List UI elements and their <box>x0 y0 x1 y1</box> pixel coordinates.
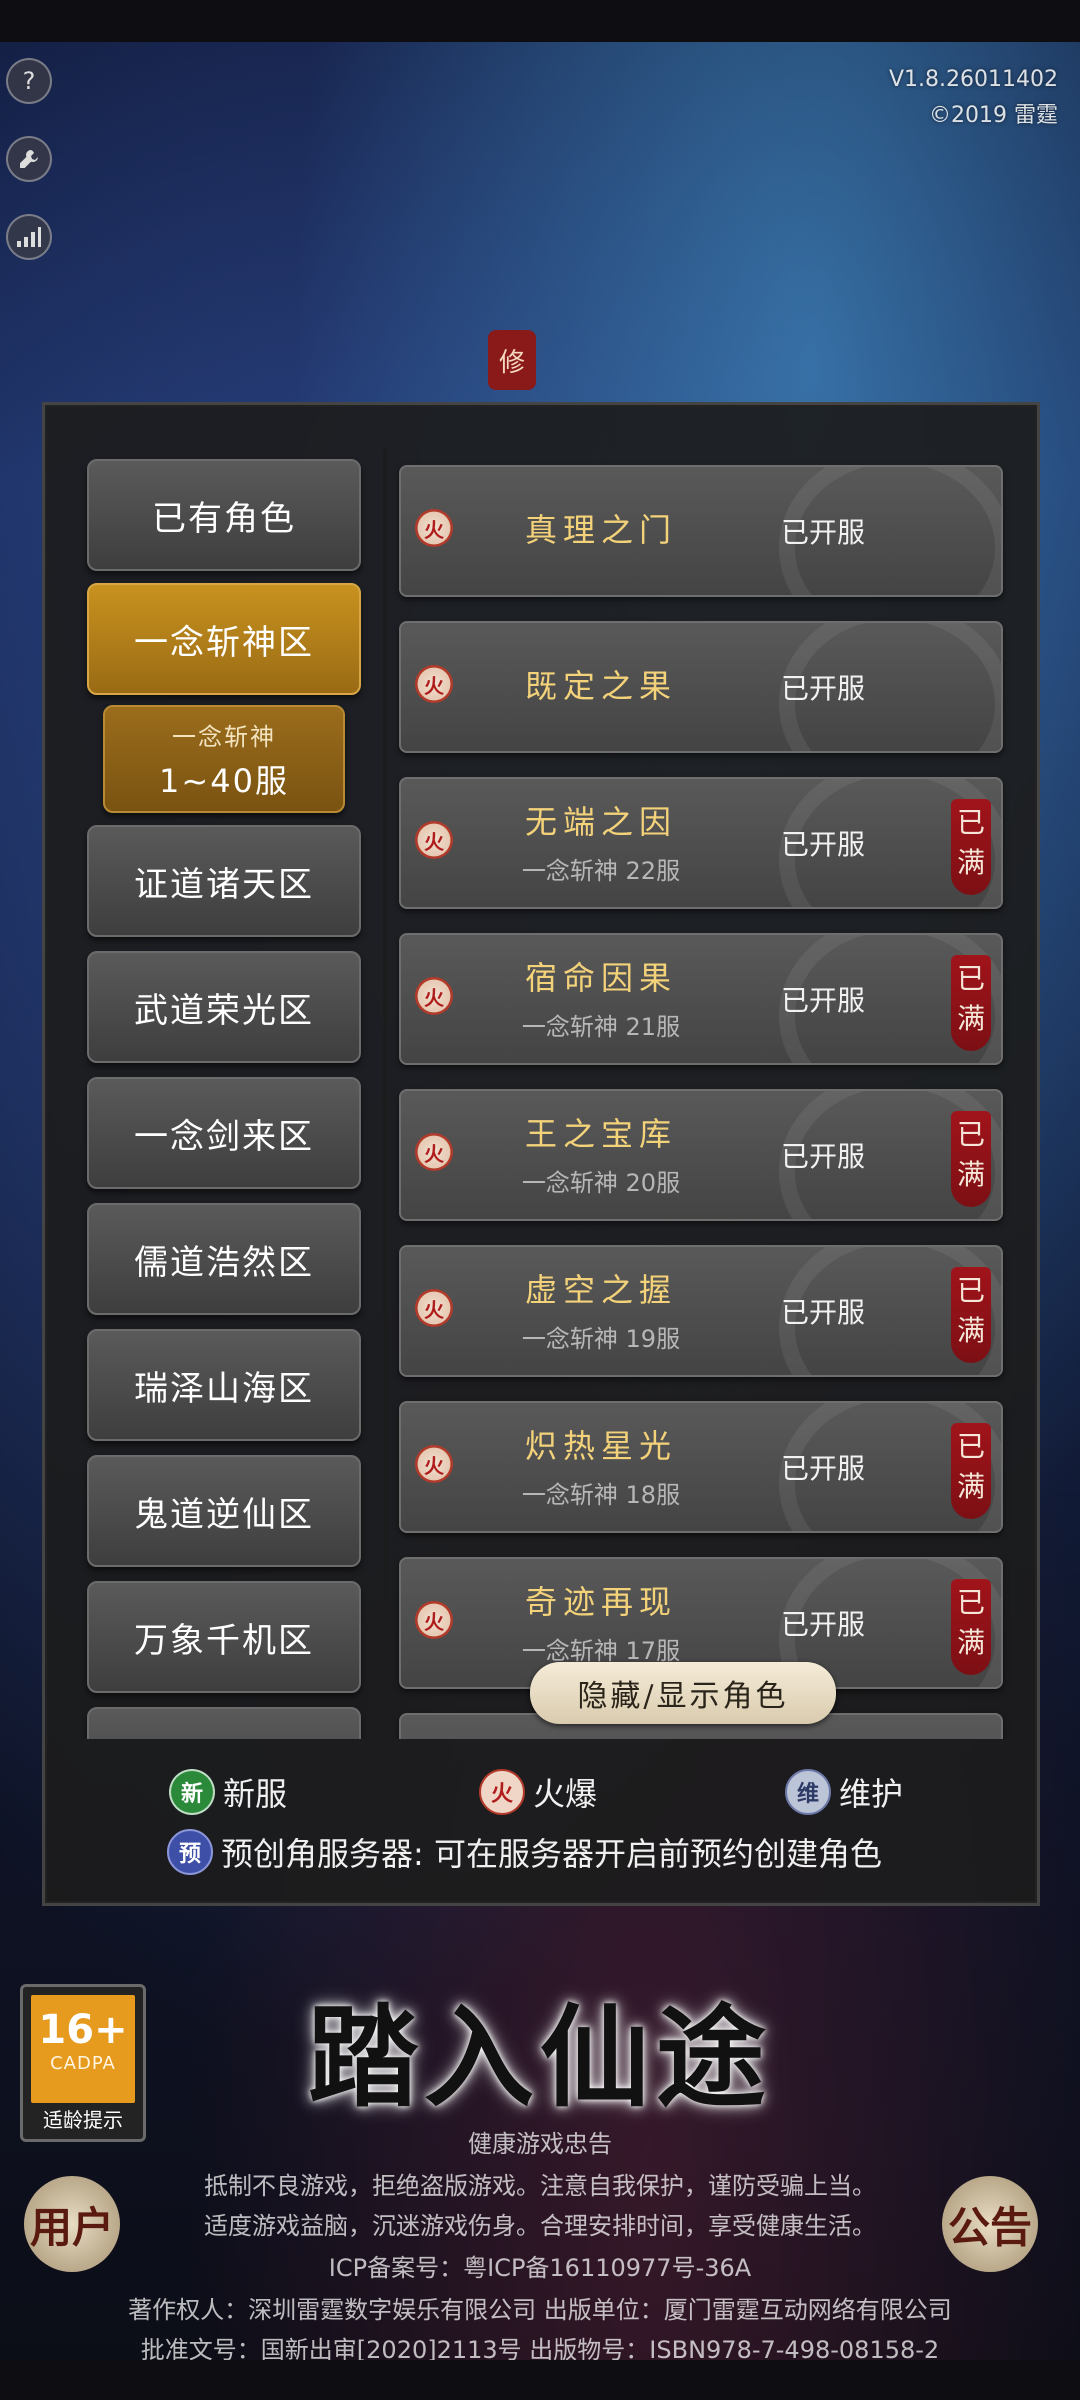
server-number: 一念斩神 18服 <box>521 1481 681 1509</box>
legend-new: 新 新服 <box>169 1769 287 1815</box>
copyright-holder: 著作权人：深圳雷霆数字娱乐有限公司 出版单位：厦门雷霆互动网络有限公司 <box>128 2296 952 2324</box>
health-advice-heading: 健康游戏忠告 <box>468 2130 612 2158</box>
region-item-wanxiang[interactable]: 万象千机区 <box>87 1581 361 1693</box>
region-label: 鬼道逆仙区 <box>134 1494 314 1535</box>
logo-seal: 修 <box>488 330 536 390</box>
server-status: 已开服 <box>781 984 866 1017</box>
toggle-roles-button[interactable]: 隐藏/显示角色 <box>530 1662 836 1724</box>
region-item-zhengdao[interactable]: 证道诸天区 <box>87 825 361 937</box>
server-status: 已开服 <box>781 1140 866 1173</box>
hot-icon: 火 <box>415 977 453 1015</box>
region-item-guidao[interactable]: 鬼道逆仙区 <box>87 1455 361 1567</box>
help-icon[interactable]: ? <box>6 58 52 104</box>
server-row[interactable]: 火 无端之因 一念斩神 22服 已开服 已满 <box>399 777 1003 909</box>
region-label: 证道诸天区 <box>134 864 314 905</box>
region-item-yinian-zhanshen[interactable]: 一念斩神区 <box>87 583 361 695</box>
server-row[interactable]: 火 宿命因果 一念斩神 21服 已开服 已满 <box>399 933 1003 1065</box>
age-rating-box: 16+ CADPA <box>31 1995 135 2103</box>
server-name: 真理之门 <box>524 511 677 549</box>
server-row[interactable]: 火 王之宝库 一念斩神 20服 已开服 已满 <box>399 1089 1003 1221</box>
server-row[interactable]: 火 炽热星光 一念斩神 18服 已开服 已满 <box>399 1401 1003 1533</box>
full-badge: 已满 <box>951 1423 991 1519</box>
legend-prereg-item: 预 预创角服务器: 可在服务器开启前预约创建角色 <box>167 1829 882 1875</box>
hot-icon: 火 <box>415 1133 453 1171</box>
server-name: 奇迹再现 <box>524 1583 677 1621</box>
server-number: 一念斩神 19服 <box>521 1325 681 1353</box>
region-item-ruize[interactable]: 瑞泽山海区 <box>87 1329 361 1441</box>
health-advice-line2: 适度游戏益脑，沉迷游戏伤身。合理安排时间，享受健康生活。 <box>204 2212 876 2240</box>
server-name: 王之宝库 <box>524 1115 677 1153</box>
server-name: 无端之因 <box>524 803 677 841</box>
maintenance-icon: 维 <box>785 1769 831 1815</box>
server-name: 既定之果 <box>524 667 677 705</box>
icp-number: ICP备案号：粤ICP备16110977号-36A <box>328 2254 752 2282</box>
server-status: 已开服 <box>781 1608 866 1641</box>
server-number: 一念斩神 20服 <box>521 1169 681 1197</box>
region-item-partial[interactable] <box>87 1707 361 1739</box>
legend-maint-label: 维护 <box>839 1775 904 1813</box>
server-status: 已开服 <box>781 516 866 549</box>
region-label: 已有角色 <box>152 498 296 539</box>
server-status: 已开服 <box>781 828 866 861</box>
hot-icon: 火 <box>415 1445 453 1483</box>
server-range-button[interactable]: 一念斩神 1~40服 <box>103 705 345 813</box>
range-group: 一念斩神 <box>172 722 276 751</box>
server-name: 炽热星光 <box>524 1427 677 1465</box>
full-badge: 已满 <box>951 799 991 895</box>
legend-new-label: 新服 <box>223 1775 288 1813</box>
age-rating: 16+ <box>38 2007 128 2053</box>
region-label: 武道荣光区 <box>134 990 314 1031</box>
preregister-icon: 预 <box>167 1829 213 1875</box>
full-badge: 已满 <box>951 1111 991 1207</box>
server-row[interactable]: 火 既定之果 已开服 <box>399 621 1003 753</box>
hot-icon: 火 <box>479 1769 525 1815</box>
top-bar <box>0 0 1080 42</box>
legend-hot: 火 火爆 <box>479 1769 597 1815</box>
copyright-year: ©2019 雷霆 <box>929 103 1058 128</box>
region-item-wudao[interactable]: 武道荣光区 <box>87 951 361 1063</box>
legend-hot-label: 火爆 <box>533 1775 598 1813</box>
region-item-existing-roles[interactable]: 已有角色 <box>87 459 361 571</box>
wrench-icon[interactable] <box>6 136 52 182</box>
new-icon: 新 <box>169 1769 215 1815</box>
rating-org: CADPA <box>50 2053 116 2074</box>
server-name: 虚空之握 <box>524 1271 677 1309</box>
region-label: 一念剑来区 <box>134 1116 314 1157</box>
bottom-bar <box>0 2360 1080 2400</box>
hot-icon: 火 <box>415 665 453 703</box>
region-item-rudao[interactable]: 儒道浩然区 <box>87 1203 361 1315</box>
server-row[interactable]: 火 真理之门 已开服 <box>399 465 1003 597</box>
server-number: 一念斩神 17服 <box>521 1637 681 1665</box>
server-number: 一念斩神 22服 <box>521 857 681 885</box>
version-number: V1.8.26011402 <box>888 67 1058 92</box>
region-label: 瑞泽山海区 <box>134 1368 314 1409</box>
enter-game-button[interactable]: 踏入仙途 <box>270 1968 810 2128</box>
age-rating-badge[interactable]: 16+ CADPA 适龄提示 <box>20 1984 146 2142</box>
full-badge: 已满 <box>951 1579 991 1675</box>
region-list[interactable]: 已有角色 一念斩神区 一念斩神 1~40服 证道诸天区 武道荣光区 一念剑来区 … <box>81 449 373 1739</box>
server-status: 已开服 <box>781 1296 866 1329</box>
region-label: 一念斩神区 <box>134 622 314 663</box>
server-row[interactable]: 火 虚空之握 一念斩神 19服 已开服 已满 <box>399 1245 1003 1377</box>
hot-icon: 火 <box>415 1601 453 1639</box>
server-name: 宿命因果 <box>524 959 677 997</box>
server-list[interactable]: 火 真理之门 已开服 火 既定之果 已开服 火 无端之因 一念斩神 22服 已开… <box>383 449 1049 1739</box>
region-item-jianlai[interactable]: 一念剑来区 <box>87 1077 361 1189</box>
range-numbers: 1~40服 <box>159 761 289 800</box>
legend-maint: 维 维护 <box>785 1769 903 1815</box>
server-status: 已开服 <box>781 672 866 705</box>
server-number: 一念斩神 21服 <box>521 1013 681 1041</box>
version-info: V1.8.26011402 ©2019 雷霆 <box>889 62 1058 134</box>
region-label: 儒道浩然区 <box>134 1242 314 1283</box>
hot-icon: 火 <box>415 509 453 547</box>
hot-icon: 火 <box>415 821 453 859</box>
signal-icon[interactable] <box>6 214 52 260</box>
server-status: 已开服 <box>781 1452 866 1485</box>
health-advice-line1: 抵制不良游戏，拒绝盗版游戏。注意自我保护，谨防受骗上当。 <box>204 2172 876 2200</box>
full-badge: 已满 <box>951 955 991 1051</box>
region-label: 万象千机区 <box>134 1620 314 1661</box>
full-badge: 已满 <box>951 1267 991 1363</box>
legend-prereg-label: 预创角服务器: 可在服务器开启前预约创建角色 <box>221 1835 882 1873</box>
hot-icon: 火 <box>415 1289 453 1327</box>
